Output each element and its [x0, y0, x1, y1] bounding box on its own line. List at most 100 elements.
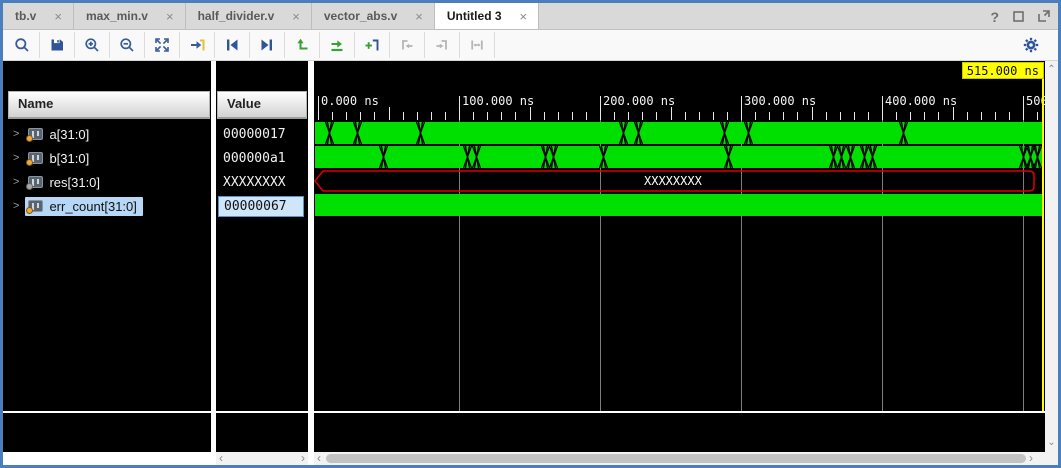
axis-tick	[727, 112, 728, 120]
axis-tick	[656, 112, 657, 120]
expand-chevron-icon[interactable]: >	[13, 200, 19, 212]
zoom-out-icon[interactable]	[110, 32, 145, 58]
wave-bus-bar	[315, 194, 1044, 216]
signal-row-res[interactable]: > res[31:0]	[3, 170, 211, 194]
value-column-header[interactable]: Value	[217, 91, 307, 119]
expand-chevron-icon[interactable]: >	[13, 176, 19, 188]
axis-tick	[981, 112, 982, 120]
value-cell: XXXXXXXX	[216, 170, 308, 194]
wave-panel[interactable]: 0.000 ns100.000 ns200.000 ns300.000 ns40…	[314, 61, 1045, 452]
signal-row-err-count[interactable]: > err_count[31:0]	[3, 194, 211, 218]
tab-vector-abs-v[interactable]: vector_abs.v ×	[312, 3, 435, 29]
transition-mark	[744, 122, 753, 144]
signal-name-label: b[31:0]	[49, 151, 89, 166]
axis-tick	[614, 112, 615, 120]
axis-tick	[558, 112, 559, 120]
help-icon[interactable]: ?	[990, 10, 999, 24]
expand-chevron-icon[interactable]: >	[13, 152, 19, 164]
go-to-end-icon[interactable]	[250, 32, 285, 58]
vertical-scrollbar[interactable]: ⌃ ⌄	[1045, 61, 1058, 452]
axis-tick	[797, 112, 798, 120]
next-edge-icon	[425, 32, 460, 58]
axis-tick	[389, 107, 390, 120]
maximize-icon[interactable]	[1013, 10, 1024, 24]
next-transition-icon[interactable]	[320, 32, 355, 58]
value-horizontal-scrollbar[interactable]: ‹ ›	[216, 452, 308, 465]
scroll-left-icon[interactable]: ‹	[314, 452, 324, 465]
transition-mark	[549, 146, 558, 168]
axis-tick	[346, 112, 347, 120]
signal-value: 00000017	[216, 127, 286, 142]
find-icon[interactable]	[5, 32, 40, 58]
axis-tick-label: 200.000 ns	[603, 94, 675, 108]
wave-viewer-window: tb.v × max_min.v × half_divider.v × vect…	[0, 0, 1061, 468]
go-to-start-icon[interactable]	[215, 32, 250, 58]
save-icon[interactable]	[40, 32, 75, 58]
value-cell: 00000017	[216, 122, 308, 146]
tab-half-divider-v[interactable]: half_divider.v ×	[186, 3, 312, 29]
wave-horizontal-scrollbar[interactable]: ‹ ›	[314, 452, 1058, 465]
axis-tick	[713, 112, 714, 120]
axis-tick	[431, 112, 432, 120]
tab-label: half_divider.v	[198, 9, 275, 23]
axis-tick	[741, 96, 742, 120]
axis-tick	[854, 112, 855, 120]
wave-row-4	[314, 194, 1045, 216]
axis-tick	[910, 112, 911, 120]
scroll-right-icon[interactable]: ›	[1026, 452, 1036, 465]
scroll-down-icon[interactable]: ⌄	[1045, 436, 1058, 450]
undefined-bus-value-label: XXXXXXXX	[644, 174, 702, 188]
value-cell-selected[interactable]: 00000067	[216, 194, 308, 218]
add-marker-icon[interactable]	[355, 32, 390, 58]
tab-tb-v[interactable]: tb.v ×	[3, 3, 74, 29]
close-icon[interactable]: ×	[52, 9, 64, 24]
axis-tick	[374, 112, 375, 120]
tab-label: tb.v	[15, 9, 36, 23]
close-icon[interactable]: ×	[413, 9, 425, 24]
editor-tab-bar: tb.v × max_min.v × half_divider.v × vect…	[3, 3, 1058, 30]
name-column-header[interactable]: Name	[8, 91, 210, 119]
signal-value-editbox[interactable]: 00000067	[218, 196, 304, 217]
tab-untitled-3[interactable]: Untitled 3 ×	[435, 3, 539, 29]
float-icon[interactable]	[1038, 10, 1050, 24]
expand-chevron-icon[interactable]: >	[13, 128, 19, 140]
tab-label: max_min.v	[86, 9, 148, 23]
axis-tick	[840, 112, 841, 120]
tab-max-min-v[interactable]: max_min.v ×	[74, 3, 186, 29]
zoom-fit-icon[interactable]	[145, 32, 180, 58]
transition-mark	[379, 146, 388, 168]
scrollbar-thumb[interactable]	[326, 454, 1026, 463]
transition-mark	[846, 146, 855, 168]
previous-transition-icon[interactable]	[285, 32, 320, 58]
scroll-left-icon[interactable]: ‹	[216, 452, 226, 465]
bus-signal-icon	[28, 176, 43, 188]
axis-tick	[896, 112, 897, 120]
axis-tick-label: 400.000 ns	[885, 94, 957, 108]
axis-tick	[1023, 96, 1024, 120]
close-icon[interactable]: ×	[518, 9, 530, 24]
axis-tick	[530, 107, 531, 120]
time-cursor-line[interactable]	[1042, 79, 1044, 411]
axis-tick	[882, 96, 883, 120]
settings-gear-icon[interactable]	[1013, 32, 1048, 58]
axis-tick	[1037, 112, 1038, 120]
scroll-up-icon[interactable]: ⌃	[1045, 63, 1058, 77]
axis-tick	[685, 112, 686, 120]
signal-row-b[interactable]: > b[31:0]	[3, 146, 211, 170]
axis-tick	[1009, 112, 1010, 120]
titlebar-actions: ?	[990, 3, 1050, 30]
axis-tick-label: 0.000 ns	[321, 94, 379, 108]
axis-tick	[868, 112, 869, 120]
zoom-to-cursor-icon[interactable]	[180, 32, 215, 58]
axis-tick	[995, 112, 996, 120]
scroll-right-icon[interactable]: ›	[298, 452, 308, 465]
axis-tick	[924, 112, 925, 120]
signal-row-a[interactable]: > a[31:0]	[3, 122, 211, 146]
axis-tick	[755, 112, 756, 120]
previous-edge-icon	[390, 32, 425, 58]
zoom-in-icon[interactable]	[75, 32, 110, 58]
close-icon[interactable]: ×	[164, 9, 176, 24]
axis-tick	[501, 112, 502, 120]
close-icon[interactable]: ×	[290, 9, 302, 24]
signal-name-label: a[31:0]	[49, 127, 89, 142]
